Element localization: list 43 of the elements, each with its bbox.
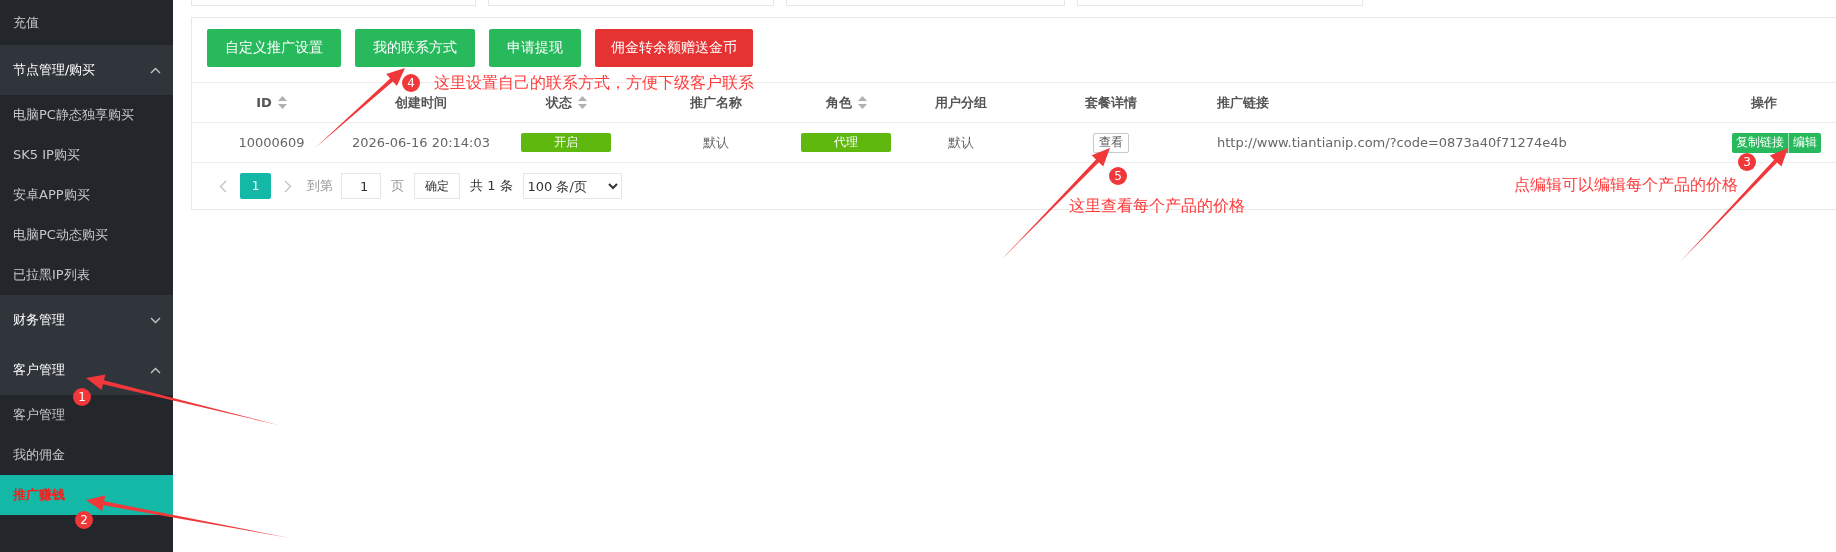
table-cell: 10000609: [238, 135, 305, 150]
chevron-up-icon: [150, 366, 161, 374]
next-page-icon[interactable]: [284, 179, 292, 193]
step-number: 3: [1738, 153, 1756, 171]
group-label: 客户管理: [13, 361, 65, 379]
column-header: 操作: [1751, 93, 1777, 112]
chevron-up-icon: [150, 66, 161, 74]
group-label: 财务管理: [13, 311, 65, 329]
page-suffix: 页: [391, 177, 404, 195]
column-header: ID: [256, 95, 272, 110]
column-header: 用户分组: [935, 93, 987, 112]
view-button[interactable]: 查看: [1093, 132, 1129, 153]
column-header: 状态: [545, 93, 572, 112]
column-header: 角色: [825, 93, 852, 112]
annotation-text: 点编辑可以编辑每个产品的价格: [1514, 174, 1738, 196]
column-header: 推广名称: [690, 93, 742, 112]
column-header: 推广链接: [1217, 93, 1269, 112]
annotation-text: 这里设置自己的联系方式，方便下级客户联系: [434, 72, 754, 94]
column-header: 套餐详情: [1085, 93, 1137, 112]
toolbar-button[interactable]: 佣金转余额赠送金币: [595, 29, 753, 67]
page-size-select[interactable]: 100 条/页: [522, 173, 622, 199]
sidebar-group[interactable]: 节点管理/购买: [0, 45, 173, 95]
table-cell: 默认: [948, 133, 974, 152]
table-cell: 2026-06-16 20:14:03: [351, 135, 491, 150]
group-label: 节点管理/购买: [13, 61, 96, 79]
goto-label: 到第: [307, 177, 333, 195]
sort-icon[interactable]: [577, 96, 587, 109]
column-header: 创建时间: [395, 93, 447, 112]
table-cell: 默认: [703, 133, 729, 152]
annotation-text: 这里查看每个产品的价格: [1069, 195, 1245, 217]
sidebar-group[interactable]: 财务管理: [0, 295, 173, 345]
step-number: 5: [1109, 167, 1127, 185]
table-cell: http://www.tiantianip.com/?code=0873a40f71274e4b: [1217, 135, 1567, 150]
chevron-down-icon: [150, 316, 161, 324]
status-badge: 开启: [521, 133, 611, 152]
total-count: 共 1 条: [470, 177, 513, 195]
sort-icon[interactable]: [857, 96, 867, 109]
page-input[interactable]: 1: [341, 173, 381, 199]
confirm-button[interactable]: 确定: [414, 173, 460, 199]
sort-icon[interactable]: [277, 96, 287, 109]
role-badge: 代理: [801, 133, 891, 152]
prev-page-icon[interactable]: [219, 179, 227, 193]
step-number: 4: [402, 74, 420, 92]
